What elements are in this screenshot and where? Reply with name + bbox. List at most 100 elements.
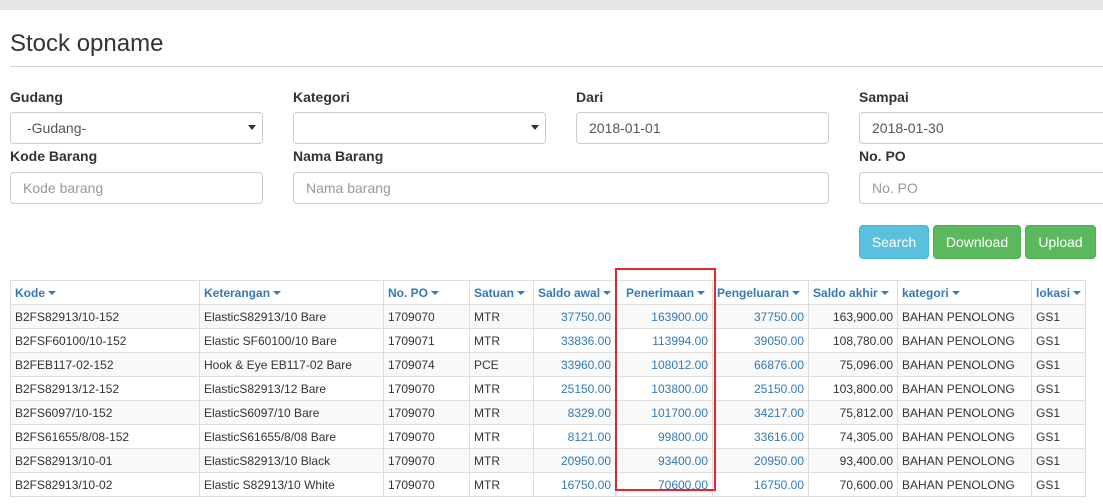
cell-no-po: 1709070 <box>383 424 470 449</box>
cell-satuan: MTR <box>469 400 534 425</box>
cell-no-po: 1709070 <box>383 448 470 473</box>
cell-saldo-awal: 25150.00 <box>532 376 617 401</box>
upload-button[interactable]: Upload <box>1025 225 1096 259</box>
cell-no-po: 1709070 <box>383 472 470 497</box>
column-header-kategori[interactable]: kategori <box>897 280 1033 305</box>
no-po-label: No. PO <box>859 148 906 164</box>
column-header-pengeluaran[interactable]: Pengeluaran <box>712 280 810 305</box>
title-divider <box>10 66 1103 67</box>
cell-saldo-akhir: 70,600.00 <box>808 472 899 497</box>
cell-kategori: BAHAN PENOLONG <box>897 448 1033 473</box>
cell-keterangan: ElasticS61655/8/08 Bare <box>199 424 384 449</box>
cell-kategori: BAHAN PENOLONG <box>897 328 1033 353</box>
sort-caret-icon <box>1073 291 1082 296</box>
nama-barang-input[interactable]: Nama barang <box>293 172 829 204</box>
dari-label: Dari <box>576 89 604 105</box>
cell-lokasi: GS1 <box>1031 448 1087 473</box>
cell-saldo-akhir: 108,780.00 <box>808 328 899 353</box>
table-row: B2FSF60100/10-152 Elastic SF60100/10 Bar… <box>10 328 1087 353</box>
sort-caret-icon <box>431 291 440 296</box>
cell-kode: B2FS82913/10-02 <box>10 472 200 497</box>
cell-pengeluaran: 33616.00 <box>712 424 810 449</box>
sort-caret-icon <box>517 291 526 296</box>
sampai-date-input[interactable]: 2018-01-30 <box>859 112 1103 144</box>
cell-keterangan: Elastic SF60100/10 Bare <box>199 328 384 353</box>
cell-kategori: BAHAN PENOLONG <box>897 400 1033 425</box>
cell-saldo-akhir: 74,305.00 <box>808 424 899 449</box>
cell-satuan: MTR <box>469 328 534 353</box>
column-header-lokasi[interactable]: lokasi <box>1031 280 1087 305</box>
cell-no-po: 1709071 <box>383 328 470 353</box>
cell-lokasi: GS1 <box>1031 472 1087 497</box>
stock-table: Kode Keterangan No. PO Satuan Saldo awal… <box>10 280 1087 497</box>
cell-saldo-awal: 20950.00 <box>532 448 617 473</box>
cell-saldo-akhir: 75,812.00 <box>808 400 899 425</box>
cell-lokasi: GS1 <box>1031 352 1087 377</box>
column-header-saldo-awal[interactable]: Saldo awal <box>532 280 617 305</box>
cell-saldo-akhir: 75,096.00 <box>808 352 899 377</box>
sort-caret-icon <box>603 291 612 296</box>
cell-saldo-awal: 16750.00 <box>532 472 617 497</box>
cell-no-po: 1709070 <box>383 400 470 425</box>
gudang-select-value: -Gudang- <box>27 120 87 136</box>
column-header-keterangan[interactable]: Keterangan <box>199 280 384 305</box>
chevron-down-icon <box>531 125 539 130</box>
cell-no-po: 1709070 <box>383 376 470 401</box>
cell-pengeluaran: 66876.00 <box>712 352 810 377</box>
cell-lokasi: GS1 <box>1031 304 1087 329</box>
sort-caret-icon <box>273 291 282 296</box>
cell-kode: B2FS82913/10-152 <box>10 304 200 329</box>
cell-pengeluaran: 34217.00 <box>712 400 810 425</box>
cell-satuan: MTR <box>469 448 534 473</box>
cell-penerimaan: 113994.00 <box>615 328 714 353</box>
search-button[interactable]: Search <box>859 225 929 259</box>
cell-penerimaan: 103800.00 <box>615 376 714 401</box>
cell-satuan: MTR <box>469 424 534 449</box>
table-row: B2FS82913/12-152 ElasticS82913/12 Bare 1… <box>10 376 1087 401</box>
column-header-kode[interactable]: Kode <box>10 280 200 305</box>
cell-keterangan: ElasticS82913/10 Bare <box>199 304 384 329</box>
cell-saldo-awal: 8329.00 <box>532 400 617 425</box>
cell-penerimaan: 163900.00 <box>615 304 714 329</box>
kode-barang-input[interactable]: Kode barang <box>10 172 263 204</box>
sort-caret-icon <box>697 291 706 296</box>
gudang-select[interactable]: -Gudang- <box>10 112 263 144</box>
cell-pengeluaran: 39050.00 <box>712 328 810 353</box>
cell-saldo-awal: 33960.00 <box>532 352 617 377</box>
sort-caret-icon <box>880 291 889 296</box>
chevron-down-icon <box>248 125 256 130</box>
top-bar <box>0 0 1103 10</box>
cell-lokasi: GS1 <box>1031 400 1087 425</box>
cell-no-po: 1709070 <box>383 304 470 329</box>
table-row: B2FS61655/8/08-152 ElasticS61655/8/08 Ba… <box>10 424 1087 449</box>
kategori-label: Kategori <box>293 89 350 105</box>
kategori-select[interactable] <box>293 112 546 144</box>
cell-satuan: PCE <box>469 352 534 377</box>
cell-kode: B2FSF60100/10-152 <box>10 328 200 353</box>
cell-saldo-awal: 33836.00 <box>532 328 617 353</box>
kode-barang-label: Kode Barang <box>10 148 98 164</box>
cell-kode: B2FEB117-02-152 <box>10 352 200 377</box>
nama-barang-label: Nama Barang <box>293 148 384 164</box>
column-header-no-po[interactable]: No. PO <box>383 280 470 305</box>
cell-kategori: BAHAN PENOLONG <box>897 376 1033 401</box>
cell-penerimaan: 101700.00 <box>615 400 714 425</box>
cell-kode: B2FS82913/10-01 <box>10 448 200 473</box>
table-header-row: Kode Keterangan No. PO Satuan Saldo awal… <box>10 280 1087 305</box>
cell-no-po: 1709074 <box>383 352 470 377</box>
cell-satuan: MTR <box>469 376 534 401</box>
column-header-satuan[interactable]: Satuan <box>469 280 534 305</box>
table-row: B2FEB117-02-152 Hook & Eye EB117-02 Bare… <box>10 352 1087 377</box>
dari-date-input[interactable]: 2018-01-01 <box>576 112 829 144</box>
sort-caret-icon <box>951 291 960 296</box>
cell-kategori: BAHAN PENOLONG <box>897 472 1033 497</box>
table-row: B2FS82913/10-02 Elastic S82913/10 White … <box>10 472 1087 497</box>
column-header-penerimaan[interactable]: Penerimaan <box>615 280 714 305</box>
sort-caret-icon <box>792 291 801 296</box>
download-button[interactable]: Download <box>933 225 1021 259</box>
cell-penerimaan: 70600.00 <box>615 472 714 497</box>
no-po-input[interactable]: No. PO <box>859 172 1103 204</box>
column-header-saldo-akhir[interactable]: Saldo akhir <box>808 280 899 305</box>
cell-pengeluaran: 25150.00 <box>712 376 810 401</box>
cell-kategori: BAHAN PENOLONG <box>897 424 1033 449</box>
